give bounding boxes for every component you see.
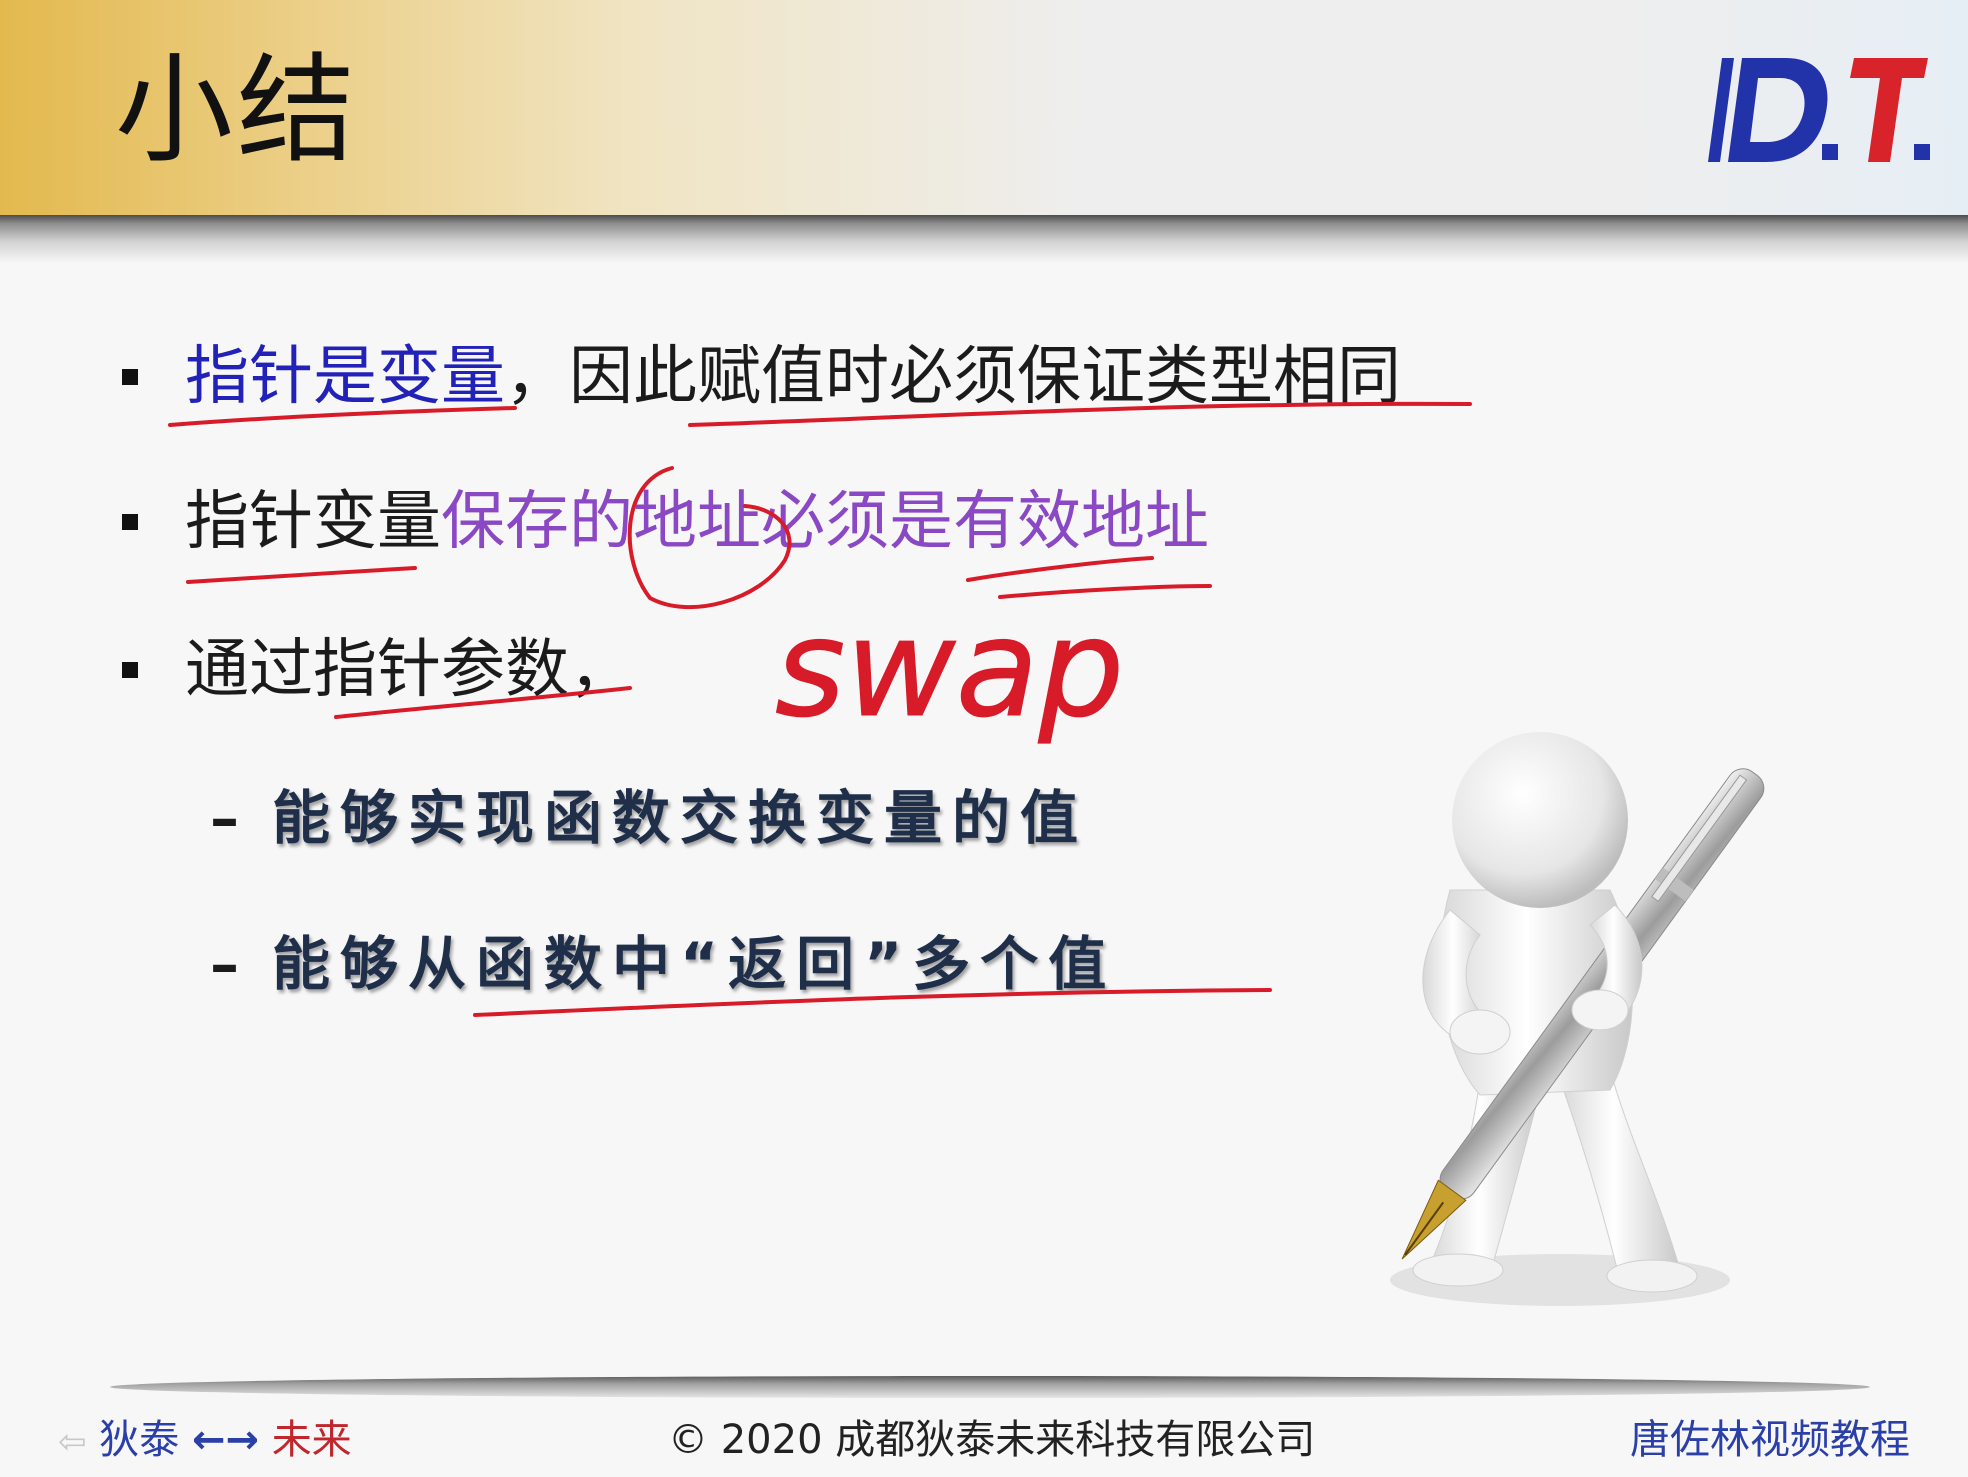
footer-brand-prefix: 狄泰 (99, 1417, 180, 1463)
sub-bullet-2: 能够从函数中“返回”多个值 (272, 930, 1117, 998)
footer-divider (110, 1376, 1870, 1398)
slide-title: 小结 (115, 41, 360, 179)
bullet-highlight: 指针是变量 (185, 340, 505, 414)
footer-brand: ⇦ 狄泰 ←→ 未来 (58, 1412, 352, 1470)
bullet-highlight: 保存的地址必须是有效地址 (441, 485, 1209, 559)
footer-copyright: © 2020 成都狄泰未来科技有限公司 (668, 1417, 1316, 1463)
bullet-marker (122, 662, 138, 678)
bullet-text: 通过指针参数， (185, 633, 633, 707)
footer-course-name: 唐佐林视频教程 (1630, 1417, 1910, 1463)
back-arrow-icon[interactable]: ⇦ (58, 1422, 87, 1462)
sub-bullet-dash: – (210, 930, 239, 998)
sub-bullet-dash: – (210, 784, 239, 852)
title-banner-shadow (0, 215, 1968, 263)
swap-annotation: swap (775, 590, 1124, 747)
underline-2c (998, 584, 1212, 599)
dt-logo (1708, 58, 1930, 162)
figure-with-pen-illustration (1390, 732, 1765, 1306)
slide: 小结 指针是变量，因此赋值时必须保证类型相同 指针变量保存的地址必须是有效地址 … (0, 0, 1968, 1477)
sub-bullet-1: 能够实现函数交换变量的值 (272, 784, 1089, 852)
bullet-marker (122, 369, 138, 385)
double-arrow-icon: ←→ (191, 1417, 259, 1463)
bullet-text: 指针变量保存的地址必须是有效地址 (185, 477, 1209, 567)
footer-brand-suffix: 未来 (271, 1417, 352, 1463)
bullet-text: 指针是变量，因此赋值时必须保证类型相同 (185, 332, 1401, 422)
bullet-marker (122, 514, 138, 530)
bullet-rest: ，因此赋值时必须保证类型相同 (505, 340, 1401, 414)
underline-2a (186, 566, 417, 584)
bullet-lead: 指针变量 (185, 485, 441, 559)
